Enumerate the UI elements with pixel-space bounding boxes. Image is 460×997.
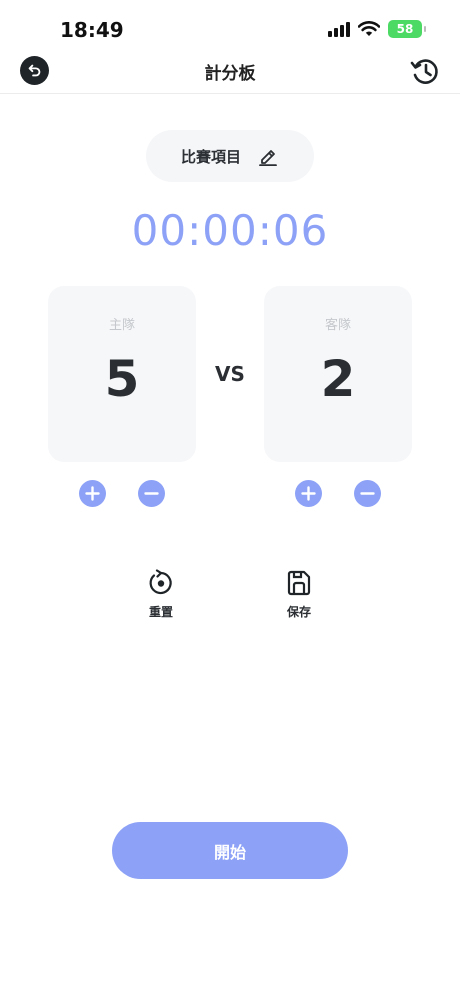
- save-label: 保存: [286, 605, 311, 619]
- away-increment-button[interactable]: [295, 480, 322, 507]
- save-button[interactable]: 保存: [269, 568, 329, 620]
- home-team-score: 5: [104, 350, 140, 408]
- home-team-name: 主隊: [108, 318, 135, 333]
- battery-icon: 58: [388, 20, 426, 38]
- history-button[interactable]: [408, 54, 442, 88]
- reset-button[interactable]: 重置: [131, 568, 191, 620]
- save-icon: [284, 568, 314, 598]
- nav-bar: 計分板: [0, 48, 460, 94]
- status-time: 18:49: [60, 18, 124, 42]
- home-team-card[interactable]: 主隊 5: [48, 286, 196, 462]
- away-team-score: 2: [320, 350, 356, 408]
- wifi-icon: [358, 21, 380, 36]
- away-team-name: 客隊: [324, 318, 351, 333]
- page-title: 計分板: [204, 64, 256, 84]
- start-label: 開始: [213, 842, 246, 862]
- event-name-button[interactable]: 比賽項目: [146, 130, 314, 182]
- match-timer: 00:00:06: [131, 206, 329, 255]
- home-decrement-button[interactable]: [138, 480, 165, 507]
- edit-icon: [257, 145, 279, 167]
- status-icons: 58: [328, 20, 426, 38]
- vs-label: VS: [215, 362, 245, 386]
- event-label: 比賽項目: [180, 147, 241, 166]
- minus-icon: [360, 492, 375, 495]
- reset-icon: [146, 568, 176, 598]
- plus-icon: [85, 486, 100, 501]
- signal-icon: [328, 21, 350, 37]
- reset-label: 重置: [148, 605, 173, 619]
- battery-level: 58: [396, 22, 414, 36]
- away-decrement-button[interactable]: [354, 480, 381, 507]
- minus-icon: [144, 492, 159, 495]
- home-increment-button[interactable]: [79, 480, 106, 507]
- start-button[interactable]: 開始: [112, 822, 348, 879]
- away-team-card[interactable]: 客隊 2: [264, 286, 412, 462]
- history-icon: [410, 59, 438, 84]
- plus-icon: [301, 486, 316, 501]
